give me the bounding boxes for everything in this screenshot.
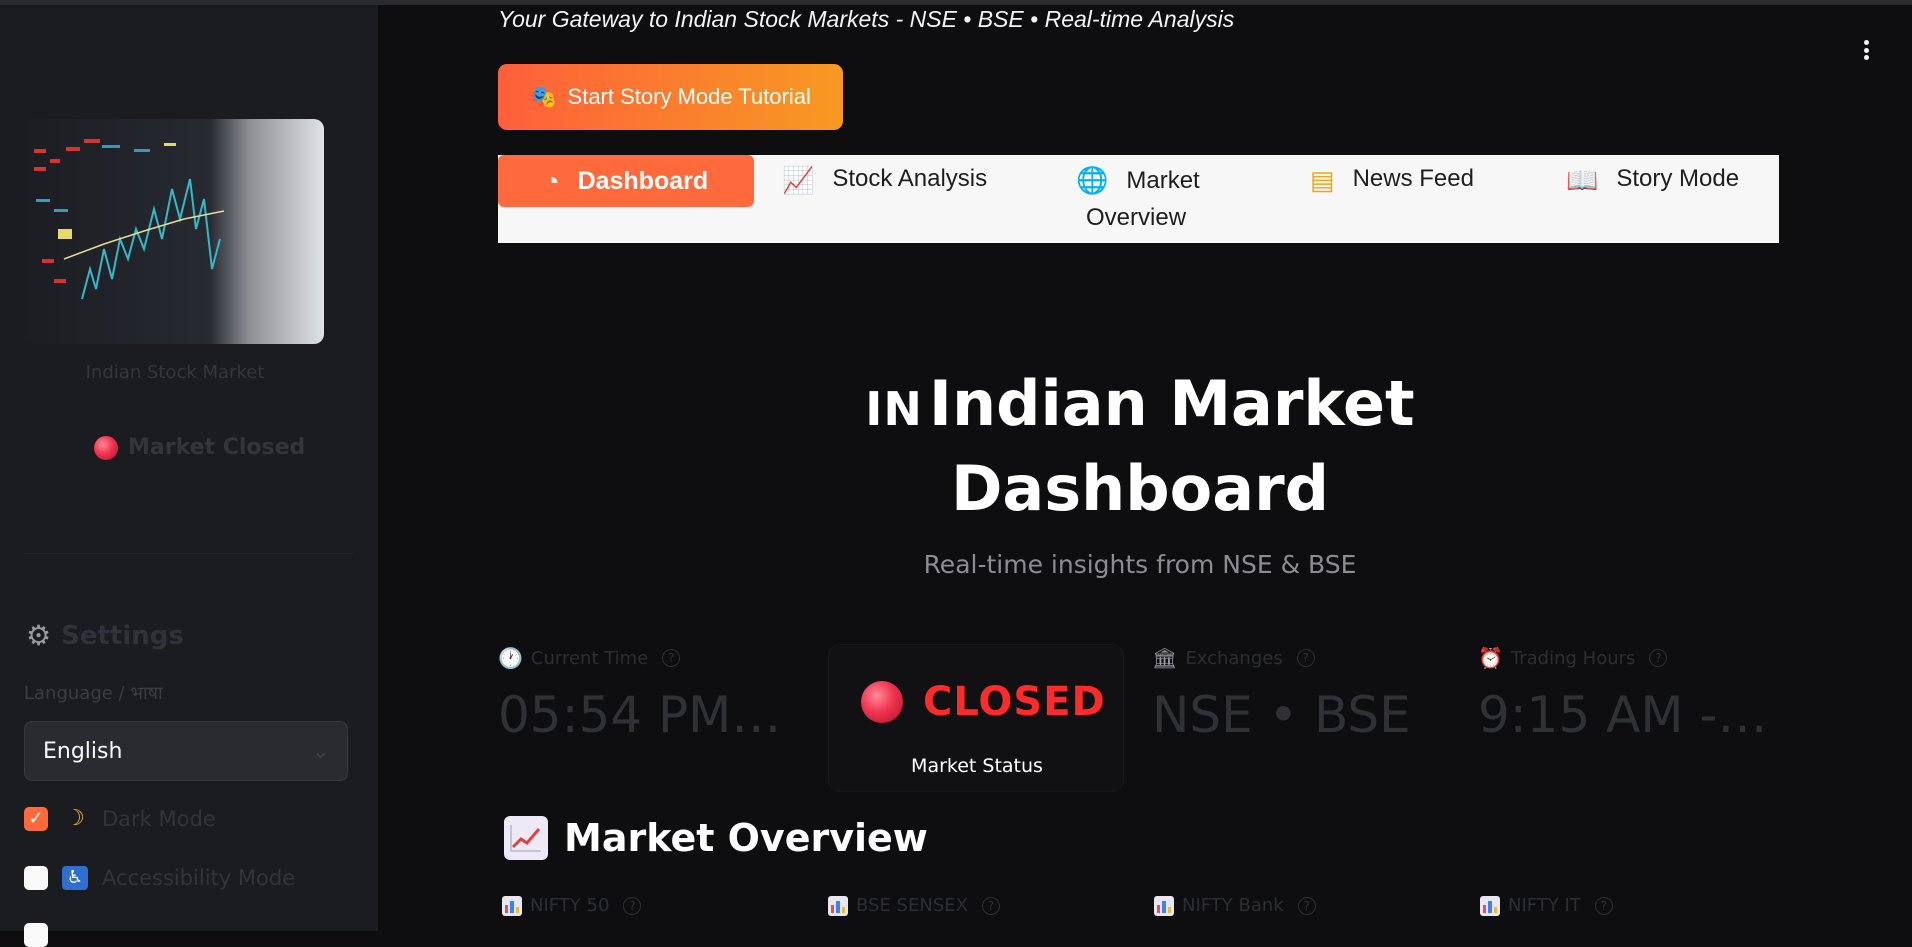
third-checkbox[interactable] bbox=[24, 923, 48, 947]
tutorial-button-label: Start Story Mode Tutorial bbox=[567, 84, 811, 109]
navigation-tabs: ◔ Dashboard 📈 Stock Analysis 🌐 Market Ov… bbox=[498, 155, 1779, 243]
wheelchair-icon: ♿ bbox=[62, 866, 88, 890]
index-label: BSE SENSEX bbox=[856, 895, 968, 916]
page-subtitle: Real-time insights from NSE & BSE bbox=[923, 550, 1357, 579]
help-icon[interactable]: ? bbox=[981, 896, 1000, 915]
chevron-down-icon: ⌄ bbox=[312, 739, 329, 763]
more-options-icon[interactable] bbox=[1858, 36, 1874, 64]
book-icon: 📖 bbox=[1566, 165, 1599, 195]
metric-current-time: 🕐 Current Time ? 05:54 PM IST bbox=[498, 646, 788, 744]
tab-news-feed-label: News Feed bbox=[1352, 165, 1474, 192]
bar-chart-icon bbox=[1480, 895, 1500, 916]
third-toggle[interactable] bbox=[24, 923, 48, 947]
language-select[interactable]: English ⌄ bbox=[24, 721, 348, 781]
language-value: English bbox=[43, 738, 123, 764]
moon-icon: ☽ bbox=[65, 806, 85, 831]
settings-heading: ⚙ Settings bbox=[26, 619, 184, 652]
bar-chart-icon bbox=[1154, 895, 1174, 916]
newspaper-icon: ▤ bbox=[1310, 165, 1335, 195]
start-tutorial-button[interactable]: 🎭 Start Story Mode Tutorial bbox=[498, 64, 843, 130]
market-status-caption: Market Status bbox=[911, 755, 1043, 777]
tab-market-overview[interactable]: 🌐 Market Overview bbox=[1076, 165, 1236, 232]
tab-dashboard[interactable]: ◔ Dashboard bbox=[498, 155, 754, 207]
accessibility-toggle[interactable]: ♿ Accessibility Mode bbox=[24, 866, 295, 890]
help-icon[interactable]: ? bbox=[1296, 649, 1315, 667]
index-sensex: BSE SENSEX ? bbox=[828, 895, 1000, 916]
line-chart-icon: 📈 bbox=[782, 165, 815, 195]
title-line2: Dashboard bbox=[950, 452, 1330, 525]
tab-stock-analysis-label: Stock Analysis bbox=[832, 165, 988, 192]
market-overview-title: Market Overview bbox=[564, 816, 928, 860]
red-circle-icon bbox=[94, 435, 118, 460]
divider bbox=[24, 553, 354, 554]
index-label: NIFTY 50 bbox=[530, 895, 610, 916]
sidebar: Indian Stock Market Market Closed ⚙ Sett… bbox=[0, 5, 378, 947]
india-flag-text: IN bbox=[865, 382, 923, 436]
tab-story-mode[interactable]: 📖 Story Mode bbox=[1566, 165, 1739, 196]
dark-mode-label: Dark Mode bbox=[102, 806, 216, 831]
accessibility-checkbox[interactable] bbox=[24, 866, 48, 890]
bank-icon: 🏛 bbox=[1152, 646, 1178, 670]
red-circle-icon bbox=[861, 681, 903, 723]
help-icon[interactable]: ? bbox=[1297, 896, 1316, 915]
metric-exchanges-label: Exchanges bbox=[1185, 647, 1283, 669]
clock-icon: 🕐 bbox=[498, 646, 523, 670]
market-overview-heading: Market Overview bbox=[504, 816, 928, 860]
tab-stock-analysis[interactable]: 📈 Stock Analysis bbox=[782, 165, 987, 196]
accessibility-label: Accessibility Mode bbox=[102, 866, 296, 890]
metric-trading-hours-label: Trading Hours bbox=[1510, 647, 1636, 669]
tab-market-label: Market bbox=[1126, 166, 1200, 194]
tab-market-label-line2: Overview bbox=[1086, 204, 1187, 231]
dark-mode-toggle[interactable]: ✓ ☽ Dark Mode bbox=[24, 806, 216, 831]
tab-news-feed[interactable]: ▤ News Feed bbox=[1310, 165, 1474, 196]
index-nifty-bank: NIFTY Bank ? bbox=[1154, 895, 1316, 916]
dark-mode-checkbox[interactable]: ✓ bbox=[24, 806, 48, 831]
help-icon[interactable]: ? bbox=[1594, 896, 1613, 915]
metric-current-time-value: 05:54 PM IST bbox=[498, 686, 788, 744]
tagline: Your Gateway to Indian Stock Markets - N… bbox=[498, 6, 1235, 32]
settings-title: Settings bbox=[61, 620, 184, 651]
bar-chart-icon bbox=[828, 895, 848, 916]
globe-icon: 🌐 bbox=[1076, 165, 1109, 195]
image-caption: Indian Stock Market bbox=[85, 362, 265, 383]
index-label: NIFTY Bank bbox=[1182, 895, 1284, 916]
gear-icon: ⚙ bbox=[26, 619, 52, 652]
bar-chart-icon bbox=[502, 895, 522, 916]
index-label: NIFTY IT bbox=[1508, 895, 1581, 916]
market-status-card: CLOSED Market Status bbox=[828, 644, 1124, 792]
tab-dashboard-label: Dashboard bbox=[577, 166, 709, 195]
market-status-value: CLOSED bbox=[923, 679, 1106, 725]
theater-masks-icon: 🎭 bbox=[530, 84, 558, 109]
index-nifty-it: NIFTY IT ? bbox=[1480, 895, 1613, 916]
page-title: INIndian Market Dashboard bbox=[830, 364, 1450, 529]
metric-trading-hours-value: 9:15 AM - 3:30 PM bbox=[1478, 686, 1772, 744]
metric-exchanges-value: NSE • BSE bbox=[1152, 686, 1411, 744]
market-status-indicator: Market Closed bbox=[94, 435, 305, 460]
index-nifty50: NIFTY 50 ? bbox=[502, 895, 642, 916]
help-icon[interactable]: ? bbox=[662, 649, 681, 667]
language-label: Language / भाषा bbox=[24, 683, 163, 704]
tab-story-mode-label: Story Mode bbox=[1616, 165, 1740, 192]
metric-trading-hours: ⏰ Trading Hours ? 9:15 AM - 3:30 PM bbox=[1478, 646, 1772, 744]
help-icon[interactable]: ? bbox=[623, 896, 642, 915]
alarm-clock-icon: ⏰ bbox=[1478, 646, 1503, 670]
metric-exchanges: 🏛 Exchanges ? NSE • BSE bbox=[1152, 646, 1442, 744]
stock-market-image bbox=[24, 119, 324, 344]
speedometer-icon: ◔ bbox=[543, 165, 560, 196]
help-icon[interactable]: ? bbox=[1649, 649, 1668, 667]
title-line1: Indian Market bbox=[928, 367, 1415, 440]
chart-increasing-icon bbox=[504, 816, 548, 860]
market-status-text: Market Closed bbox=[128, 435, 306, 460]
metric-current-time-label: Current Time bbox=[530, 647, 649, 669]
